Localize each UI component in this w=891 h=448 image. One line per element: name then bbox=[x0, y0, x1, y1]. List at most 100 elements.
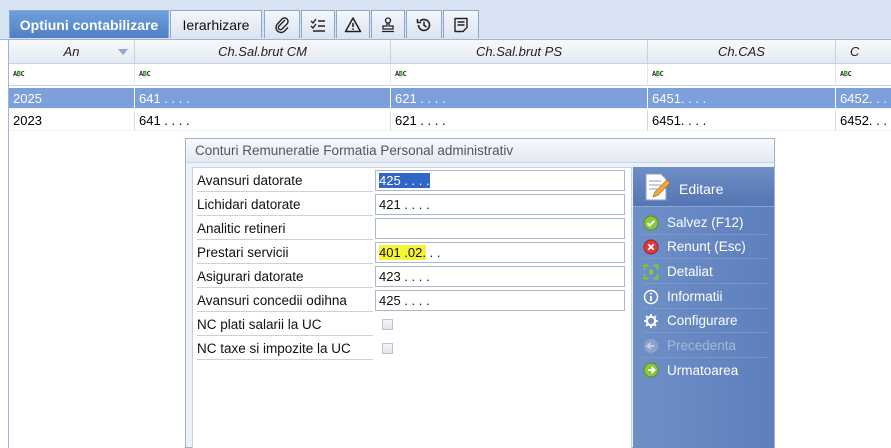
avansuri-datorate-input[interactable]: 425 . . . . bbox=[375, 170, 625, 191]
form-row-lichidari-datorate: Lichidari datorate 421 . . . . bbox=[193, 192, 631, 216]
table-cell: 6451. . . . bbox=[648, 110, 836, 131]
column-header-an[interactable]: An bbox=[9, 40, 135, 64]
detaliat-button[interactable]: Detaliat bbox=[643, 260, 768, 284]
stamp-icon bbox=[382, 16, 394, 32]
column-header-label: An bbox=[63, 44, 80, 59]
notes-icon bbox=[454, 17, 468, 32]
precedenta-button[interactable]: Precedenta bbox=[643, 334, 768, 358]
table-row[interactable]: 2023 641 . . . . 621 . . . . 6451. . . .… bbox=[9, 110, 891, 131]
filter-cell-c[interactable]: ABC bbox=[836, 64, 891, 86]
urmatoarea-button[interactable]: Urmatoarea bbox=[643, 358, 768, 382]
lichidari-datorate-input[interactable]: 421 . . . . bbox=[375, 194, 625, 215]
cancel-button[interactable]: Renunț (Esc) bbox=[643, 235, 768, 259]
field-label: Analitic retineri bbox=[197, 216, 373, 240]
warning-tab[interactable] bbox=[336, 10, 370, 38]
tab-label: Ierarhizare bbox=[182, 16, 250, 33]
panel-header: Editare bbox=[633, 167, 774, 207]
precedenta-button-label: Precedenta bbox=[667, 338, 737, 353]
field-label: Avansuri datorate bbox=[197, 168, 373, 192]
tab-ierarhizare[interactable]: Ierarhizare bbox=[170, 10, 262, 38]
table-cell: 621 . . . . bbox=[391, 88, 648, 109]
action-panel: Editare Salvez (F12) Renunț (Esc) Detali… bbox=[633, 167, 774, 448]
selected-value: 425 . . . . bbox=[379, 173, 430, 188]
field-label: Lichidari datorate bbox=[197, 192, 373, 216]
column-header-ch-sal-brut-ps[interactable]: Ch.Sal.brut PS bbox=[391, 40, 648, 64]
history-tab[interactable] bbox=[406, 10, 442, 38]
attachment-tab[interactable] bbox=[264, 10, 300, 38]
table-cell: 6451. . . . bbox=[648, 88, 836, 109]
nc-taxe-impozite-checkbox[interactable] bbox=[382, 343, 393, 354]
notes-tab[interactable] bbox=[443, 10, 479, 38]
filter-cell-ch-sal-brut-ps[interactable]: ABC bbox=[391, 64, 648, 86]
form-row-nc-plati-salarii: NC plati salarii la UC bbox=[193, 312, 631, 336]
avansuri-concedii-odihna-input[interactable]: 425 . . . . bbox=[375, 290, 625, 311]
history-icon bbox=[416, 18, 431, 31]
analitic-retineri-input[interactable] bbox=[375, 218, 625, 239]
text-filter-icon: ABC bbox=[13, 70, 25, 78]
gear-icon bbox=[644, 313, 658, 328]
column-header-label: Ch.Sal.brut CM bbox=[218, 44, 307, 59]
form-row-analitic-retineri: Analitic retineri bbox=[193, 216, 631, 240]
checklist-tab[interactable] bbox=[301, 10, 335, 38]
prestari-servicii-input[interactable]: 401 .02. . . bbox=[375, 242, 625, 263]
form-row-asigurari-datorate: Asigurari datorate 423 . . . . bbox=[193, 264, 631, 288]
table-cell: 641 . . . . bbox=[135, 110, 391, 131]
filter-row: ABC ABC ABC ABC ABC bbox=[9, 64, 891, 86]
tab-bar: Optiuni contabilizare Ierarhizare bbox=[0, 0, 891, 40]
field-label: Avansuri concedii odihna bbox=[197, 288, 373, 312]
panel-title: Editare bbox=[679, 181, 724, 197]
informatii-button[interactable]: Informatii bbox=[643, 285, 768, 309]
text-filter-icon: ABC bbox=[840, 70, 852, 78]
filter-cell-an[interactable]: ABC bbox=[9, 64, 135, 86]
arrow-left-icon bbox=[644, 338, 658, 353]
column-header-label: Ch.Sal.brut PS bbox=[476, 44, 562, 59]
save-button[interactable]: Salvez (F12) bbox=[643, 211, 768, 235]
table-cell: 2025 bbox=[9, 88, 135, 109]
urmatoarea-button-label: Urmatoarea bbox=[667, 362, 739, 378]
table-cell: 6452. . . bbox=[840, 91, 887, 106]
arrow-right-icon bbox=[643, 362, 659, 378]
save-button-label: Salvez (F12) bbox=[667, 215, 744, 230]
table-cell: 641 . . . . bbox=[135, 88, 391, 109]
info-icon bbox=[643, 289, 659, 304]
text-filter-icon: ABC bbox=[139, 70, 151, 78]
edit-document-icon bbox=[645, 173, 671, 201]
detaliat-button-label: Detaliat bbox=[667, 264, 713, 279]
dialog-title: Conturi Remuneratie Formatia Personal ad… bbox=[186, 139, 774, 163]
form-row-nc-taxe-impozite: NC taxe si impozite la UC bbox=[193, 336, 631, 360]
filter-cell-ch-cas[interactable]: ABC bbox=[648, 64, 836, 86]
column-header-ch-cas[interactable]: Ch.CAS bbox=[648, 40, 836, 64]
grid-header: An Ch.Sal.brut CM Ch.Sal.brut PS Ch.CAS … bbox=[9, 40, 891, 64]
sort-desc-icon bbox=[118, 49, 128, 55]
table-cell: 2023 bbox=[9, 110, 135, 131]
field-label: NC taxe si impozite la UC bbox=[197, 336, 373, 360]
column-header-label: C bbox=[850, 44, 860, 59]
nc-plati-salarii-checkbox[interactable] bbox=[382, 319, 393, 330]
cancel-x-icon bbox=[643, 239, 659, 254]
configurare-button[interactable]: Configurare bbox=[643, 309, 768, 333]
column-header-label: Ch.CAS bbox=[718, 44, 765, 59]
accounts-dialog: Conturi Remuneratie Formatia Personal ad… bbox=[185, 138, 775, 448]
cancel-button-label: Renunț (Esc) bbox=[667, 239, 746, 254]
table-cell: 6452. . . bbox=[840, 113, 887, 128]
table-row[interactable]: 2025 641 . . . . 621 . . . . 6451. . . .… bbox=[9, 88, 891, 109]
column-header-c[interactable]: C bbox=[836, 40, 891, 64]
tab-label: Optiuni contabilizare bbox=[19, 16, 159, 33]
highlighted-value: 401 .02. bbox=[379, 245, 426, 260]
filter-cell-ch-sal-brut-cm[interactable]: ABC bbox=[135, 64, 391, 86]
attachment-icon bbox=[275, 16, 289, 33]
stamp-tab[interactable] bbox=[371, 10, 405, 38]
asigurari-datorate-input[interactable]: 423 . . . . bbox=[375, 266, 625, 287]
informatii-button-label: Informatii bbox=[667, 289, 723, 304]
value-rest: . . bbox=[426, 245, 441, 260]
tab-optiuni-contabilizare[interactable]: Optiuni contabilizare bbox=[9, 10, 169, 38]
column-header-ch-sal-brut-cm[interactable]: Ch.Sal.brut CM bbox=[135, 40, 391, 64]
warning-icon bbox=[344, 16, 362, 32]
field-label: NC plati salarii la UC bbox=[197, 312, 373, 336]
table-cell: 621 . . . . bbox=[391, 110, 648, 131]
form-row-avansuri-datorate: Avansuri datorate 425 . . . . bbox=[193, 168, 631, 192]
text-filter-icon: ABC bbox=[652, 70, 664, 78]
accounts-form: Avansuri datorate 425 . . . . Lichidari … bbox=[192, 167, 632, 448]
field-label: Asigurari datorate bbox=[197, 264, 373, 288]
expand-icon bbox=[643, 264, 659, 279]
